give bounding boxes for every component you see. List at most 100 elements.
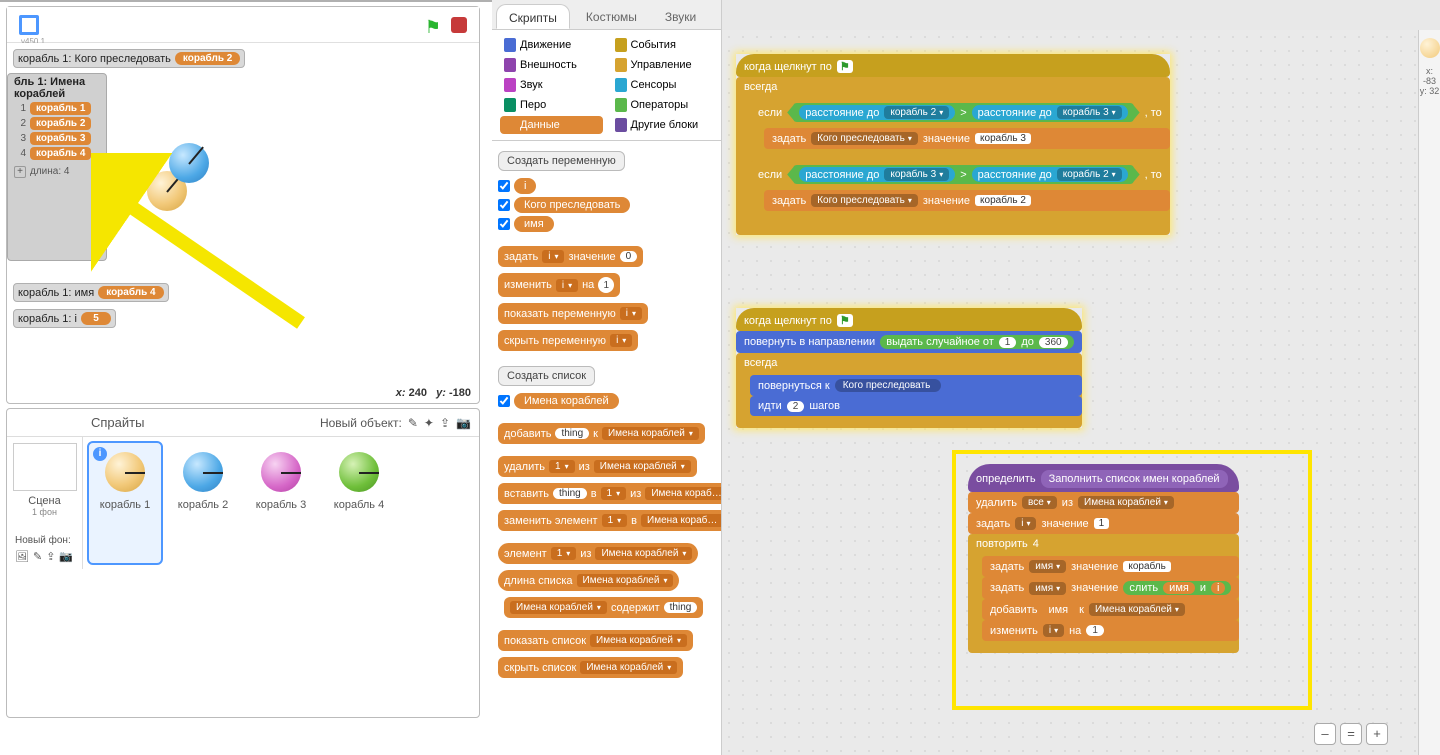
block-if[interactable]: если расстояние докорабль 2 > расстояние… <box>750 99 1170 161</box>
script-stack-define[interactable]: определитьЗаполнить список имен кораблей… <box>968 464 1239 653</box>
cat-pen[interactable]: Перо <box>500 96 603 114</box>
block-set-join[interactable]: задатьимязначение слитьимяиi <box>982 577 1239 599</box>
upload-icon[interactable]: ⇪ <box>440 416 450 430</box>
sprite-info-strip[interactable]: x: -83 y: 32 <box>1418 30 1440 755</box>
var-chase[interactable]: Кого преследовать <box>835 379 942 392</box>
block-distance[interactable]: расстояние докорабль 3 <box>799 167 955 182</box>
paint-icon[interactable]: ✎ <box>408 416 418 430</box>
block-set-name[interactable]: задатьимязначениекорабль <box>982 556 1239 577</box>
monitor-chase[interactable]: корабль 1: Кого преследовать корабль 2 <box>13 49 245 68</box>
block-set[interactable]: задатьКого преследоватьзначениекорабль 2 <box>764 190 1170 211</box>
block-distance[interactable]: расстояние докорабль 3 <box>972 105 1128 120</box>
block-repeat[interactable]: повторить4 задатьимязначениекорабль зада… <box>968 534 1239 653</box>
block-delete[interactable]: удалить1изИмена кораблей <box>498 456 697 477</box>
cat-sensing[interactable]: Сенсоры <box>611 76 714 94</box>
var-check-i[interactable] <box>498 180 510 192</box>
block-show-var[interactable]: показать переменнуюi <box>498 303 648 324</box>
cat-more[interactable]: Другие блоки <box>611 116 714 134</box>
block-distance[interactable]: расстояние докорабль 2 <box>972 167 1128 182</box>
library-icon[interactable]: ✦ <box>424 416 434 430</box>
block-set-i[interactable]: задатьiзначение1 <box>968 513 1239 534</box>
zoom-out-button[interactable]: – <box>1314 723 1336 745</box>
list-var[interactable]: Имена кораблей <box>514 393 619 409</box>
block-gt[interactable]: расстояние докорабль 2 > расстояние доко… <box>793 103 1133 122</box>
block-random[interactable]: выдать случайное от1до360 <box>880 335 1073 349</box>
block-change-i[interactable]: изменитьiна1 <box>982 620 1239 641</box>
block-set[interactable]: задатьКого преследоватьзначениекорабль 3 <box>764 128 1170 149</box>
cat-operators[interactable]: Операторы <box>611 96 714 114</box>
sprite-item-ship2[interactable]: корабль 2 <box>167 443 239 563</box>
fullscreen-icon[interactable] <box>19 15 39 35</box>
script-stack-2[interactable]: когда щелкнут по⚑ повернуть в направлени… <box>736 308 1082 428</box>
list-check[interactable] <box>498 395 510 407</box>
var-i[interactable]: i <box>1211 582 1225 594</box>
var-name[interactable]: имя <box>1163 582 1195 594</box>
list-add-icon[interactable]: + <box>14 166 26 178</box>
block-move[interactable]: идти2шагов <box>750 396 1082 416</box>
block-gt[interactable]: расстояние докорабль 3 > расстояние доко… <box>793 165 1133 184</box>
cat-looks[interactable]: Внешность <box>500 56 603 74</box>
list-cell[interactable]: корабль 3 <box>30 132 91 145</box>
block-delete-all[interactable]: удалитьвсеизИмена кораблей <box>968 492 1239 513</box>
bg-upload-icon[interactable]: ⇪ <box>46 550 55 563</box>
block-replace[interactable]: заменить элемент1вИмена кораб… <box>498 510 721 531</box>
block-define[interactable]: определитьЗаполнить список имен кораблей <box>968 464 1239 492</box>
make-variable-button[interactable]: Создать переменную <box>498 151 625 171</box>
var-i[interactable]: i <box>514 178 536 194</box>
script-stack-1[interactable]: когда щелкнут по⚑ всегда если расстояние… <box>736 54 1170 235</box>
list-cell[interactable]: корабль 1 <box>30 102 91 115</box>
sprite-item-ship1[interactable]: i корабль 1 <box>89 443 161 563</box>
var-chase[interactable]: Кого преследовать <box>514 197 630 213</box>
bg-paint-icon[interactable]: ✎ <box>33 550 42 563</box>
tab-costumes[interactable]: Костюмы <box>574 4 649 29</box>
block-item[interactable]: элемент1изИмена кораблей <box>498 543 698 564</box>
green-flag-icon[interactable]: ⚑ <box>425 17 441 38</box>
block-when-flag[interactable]: когда щелкнут по⚑ <box>736 54 1170 77</box>
block-forever[interactable]: всегда если расстояние докорабль 2 > рас… <box>736 77 1170 235</box>
tab-sounds[interactable]: Звуки <box>653 4 708 29</box>
list-cell[interactable]: корабль 2 <box>30 117 91 130</box>
zoom-reset-button[interactable]: = <box>1340 723 1362 745</box>
block-change-var[interactable]: изменитьiна1 <box>498 273 620 297</box>
zoom-in-button[interactable]: + <box>1366 723 1388 745</box>
block-forever[interactable]: всегда повернуться кКого преследовать ид… <box>736 353 1082 428</box>
camera-icon[interactable]: 📷 <box>456 416 471 430</box>
scripts-area[interactable]: когда щелкнут по⚑ всегда если расстояние… <box>722 30 1418 755</box>
block-if[interactable]: если расстояние докорабль 3 > расстояние… <box>750 161 1170 223</box>
block-hide-list[interactable]: скрыть списокИмена кораблей <box>498 657 683 678</box>
block-insert[interactable]: вставитьthingв1изИмена кораб… <box>498 483 721 504</box>
block-hide-var[interactable]: скрыть переменнуюi <box>498 330 638 351</box>
var-name[interactable]: имя <box>1042 604 1074 616</box>
block-add-list[interactable]: добавитьимякИмена кораблей <box>982 599 1239 620</box>
block-contains[interactable]: Имена кораблейсодержитthing <box>504 597 703 618</box>
block-join[interactable]: слитьимяиi <box>1123 581 1231 595</box>
cat-sound[interactable]: Звук <box>500 76 603 94</box>
block-show-list[interactable]: показать списокИмена кораблей <box>498 630 693 651</box>
bg-camera-icon[interactable]: 📷 <box>59 550 73 563</box>
cat-data[interactable]: Данные <box>500 116 603 134</box>
make-list-button[interactable]: Создать список <box>498 366 595 386</box>
var-check-chase[interactable] <box>498 199 510 211</box>
sprite-info-icon[interactable]: i <box>93 447 107 461</box>
cat-events[interactable]: События <box>611 36 714 54</box>
cat-motion[interactable]: Движение <box>500 36 603 54</box>
cat-control[interactable]: Управление <box>611 56 714 74</box>
sprite-item-ship4[interactable]: корабль 4 <box>323 443 395 563</box>
stop-icon[interactable] <box>451 17 467 33</box>
var-check-name[interactable] <box>498 218 510 230</box>
stage[interactable]: корабль 1: Кого преследовать корабль 2 б… <box>7 43 479 403</box>
bg-library-icon[interactable]: 🖼 <box>15 550 29 563</box>
block-distance[interactable]: расстояние докорабль 2 <box>799 105 955 120</box>
block-when-flag[interactable]: когда щелкнут по⚑ <box>736 308 1082 331</box>
block-point-towards[interactable]: повернуться кКого преследовать <box>750 375 1082 396</box>
var-name[interactable]: имя <box>514 216 554 232</box>
list-cell[interactable]: корабль 4 <box>30 147 91 160</box>
block-palette: Создать переменную i Кого преследовать и… <box>492 141 721 701</box>
sprite-item-ship3[interactable]: корабль 3 <box>245 443 317 563</box>
block-length[interactable]: длина спискаИмена кораблей <box>498 570 679 591</box>
block-point-dir[interactable]: повернуть в направлении выдать случайное… <box>736 331 1082 353</box>
stage-thumb[interactable]: Сцена 1 фон Новый фон: 🖼 ✎ ⇪ 📷 <box>7 437 83 569</box>
block-set-var[interactable]: задатьiзначение0 <box>498 246 643 267</box>
block-add[interactable]: добавитьthingкИмена кораблей <box>498 423 705 444</box>
tab-scripts[interactable]: Скрипты <box>496 4 570 29</box>
